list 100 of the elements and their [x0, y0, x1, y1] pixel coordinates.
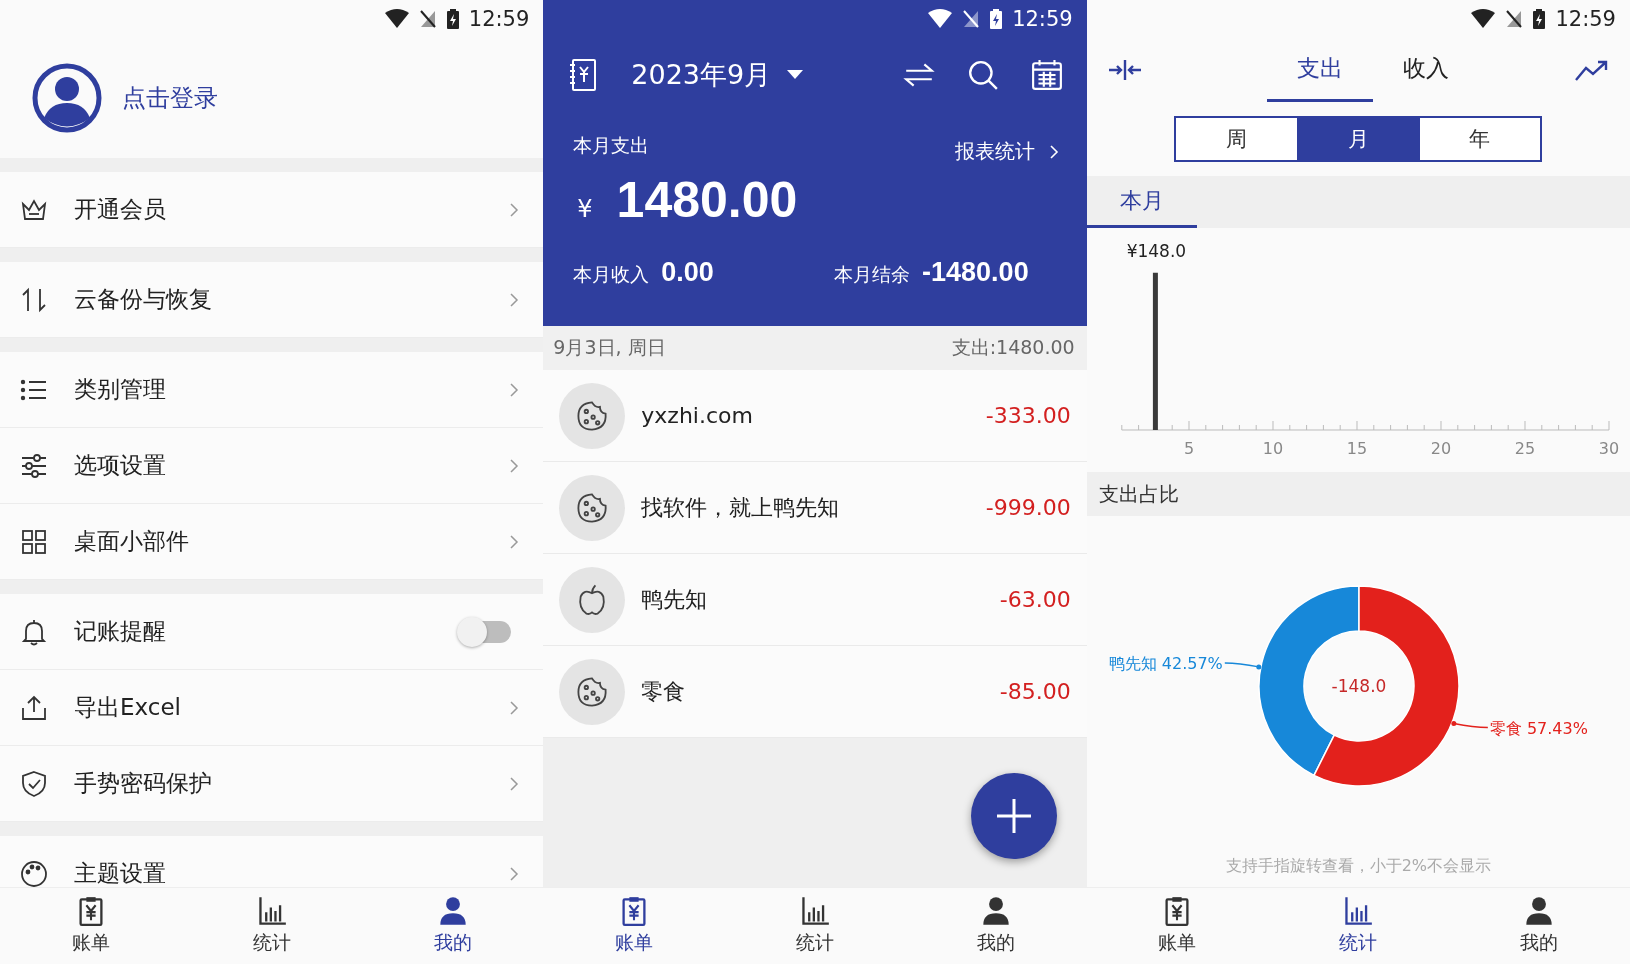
chevron-right-icon [509, 201, 520, 218]
plus-icon [994, 797, 1033, 835]
axis-tick-label: 15 [1346, 439, 1367, 458]
nav-tab[interactable]: 我的 [362, 888, 544, 964]
wifi-icon [928, 9, 953, 29]
trend-line-icon[interactable] [1574, 58, 1610, 82]
nav-tab[interactable]: 账单 [1086, 888, 1268, 964]
no-signal-icon [962, 9, 981, 29]
no-signal-icon [418, 9, 437, 29]
menu-label: 主题设置 [74, 859, 167, 887]
chevron-right-icon [509, 533, 520, 550]
section-title: 支出占比 [1098, 480, 1179, 508]
battery-icon [446, 9, 459, 29]
menu-label: 云备份与恢复 [74, 285, 213, 314]
axis-tick-label: 10 [1262, 439, 1283, 458]
up-down-arrows-icon [20, 285, 48, 314]
chevron-right-icon [509, 699, 520, 716]
leader-line [1223, 662, 1261, 670]
battery-icon [1533, 9, 1546, 29]
wifi-icon [1471, 9, 1496, 29]
nav-tab[interactable]: 我的 [905, 888, 1087, 964]
income-label: 本月收入 [573, 262, 650, 287]
menu-label: 类别管理 [74, 375, 167, 404]
menu-label: 导出Excel [74, 693, 182, 722]
menu-label: 手势密码保护 [74, 769, 213, 798]
wifi-icon [384, 9, 409, 29]
battery-icon [990, 9, 1003, 29]
palette-icon [20, 859, 48, 887]
collapse-arrows-icon[interactable] [1106, 58, 1143, 82]
person-icon [1525, 896, 1554, 926]
status-time: 12:59 [1012, 7, 1073, 31]
grid-icon [20, 527, 48, 556]
caret-down-icon [787, 70, 804, 80]
bell-icon [20, 617, 48, 646]
bill-clipboard-icon [1163, 896, 1192, 926]
avatar-icon[interactable] [32, 63, 102, 133]
expense-amount: 1480.00 [616, 171, 798, 229]
axis-tick-label: 5 [1183, 439, 1194, 458]
transaction-amount: -333.00 [985, 403, 1071, 428]
person-icon [982, 896, 1011, 926]
calendar-icon[interactable] [1030, 58, 1063, 92]
axis-tick-label: 20 [1430, 439, 1451, 458]
transaction-name: 找软件，就上鸭先知 [641, 493, 841, 522]
report-link[interactable]: 报表统计 [954, 138, 1059, 165]
month-selector[interactable]: 2023年9月 [631, 57, 804, 93]
day-total: 支出:1480.00 [951, 335, 1075, 360]
nav-tab[interactable]: 我的 [1448, 888, 1630, 964]
chevron-right-icon [509, 457, 520, 474]
bar-chart-icon [257, 896, 286, 926]
nav-tab[interactable]: 统计 [181, 888, 363, 964]
transaction-amount: -85.00 [999, 679, 1071, 704]
sliders-icon [20, 451, 48, 480]
transaction-row[interactable]: 零食 -85.00 [543, 646, 1087, 738]
transaction-row[interactable]: 鸭先知 -63.00 [543, 554, 1087, 646]
transaction-amount: -63.00 [999, 587, 1071, 612]
upload-icon [20, 693, 48, 722]
menu-label: 桌面小部件 [74, 527, 190, 556]
bar-chart-icon [801, 896, 829, 926]
bar-value-label: ¥148.0 [1126, 240, 1186, 261]
transaction-name: 鸭先知 [641, 585, 709, 614]
axis-tick-label: 30 [1598, 439, 1619, 458]
axis-tick-label: 25 [1514, 439, 1535, 458]
chevron-right-icon [509, 865, 520, 882]
period-tab[interactable]: 周 [1176, 118, 1297, 160]
bill-clipboard-icon [76, 896, 105, 926]
bill-clipboard-icon [619, 896, 648, 926]
shield-check-icon [20, 769, 48, 798]
transaction-name: 零食 [641, 677, 687, 706]
status-time: 12:59 [468, 7, 530, 31]
chevron-right-icon [1048, 143, 1059, 160]
currency-symbol: ¥ [577, 195, 593, 223]
login-link[interactable]: 点击登录 [122, 82, 218, 114]
balance-amount: -1480.00 [922, 257, 1029, 288]
nav-tab[interactable]: 统计 [724, 888, 906, 964]
type-tab[interactable]: 支出 [1267, 38, 1374, 102]
nav-tab[interactable]: 账单 [543, 888, 725, 964]
period-tab[interactable]: 年 [1418, 118, 1541, 160]
chevron-right-icon [509, 291, 520, 308]
expense-label: 本月支出 [573, 132, 650, 158]
menu-label: 记账提醒 [74, 617, 167, 646]
status-time: 12:59 [1555, 7, 1616, 31]
nav-tab[interactable]: 统计 [1267, 888, 1449, 964]
search-icon[interactable] [966, 58, 999, 92]
menu-label: 开通会员 [74, 195, 167, 224]
transaction-row[interactable]: yxzhi.com -333.00 [543, 370, 1087, 462]
transaction-row[interactable]: 找软件，就上鸭先知 -999.00 [543, 462, 1087, 554]
bar-chart-icon [1344, 896, 1373, 926]
donut-center-value: -148.0 [1331, 676, 1387, 696]
add-button[interactable] [970, 773, 1057, 859]
transaction-amount: -999.00 [985, 495, 1071, 520]
period-tab[interactable]: 月 [1297, 118, 1419, 160]
slice-label: 零食 57.43% [1489, 718, 1588, 738]
no-signal-icon [1505, 9, 1524, 29]
chevron-right-icon [509, 381, 520, 398]
nav-tab[interactable]: 账单 [0, 888, 182, 964]
income-amount: 0.00 [661, 257, 714, 288]
day-date: 9月3日, 周日 [553, 335, 666, 360]
leader-line [1451, 721, 1489, 729]
type-tab[interactable]: 收入 [1373, 38, 1480, 102]
hint-text: 支持手指旋转查看，小于2%不会显示 [1224, 856, 1492, 877]
